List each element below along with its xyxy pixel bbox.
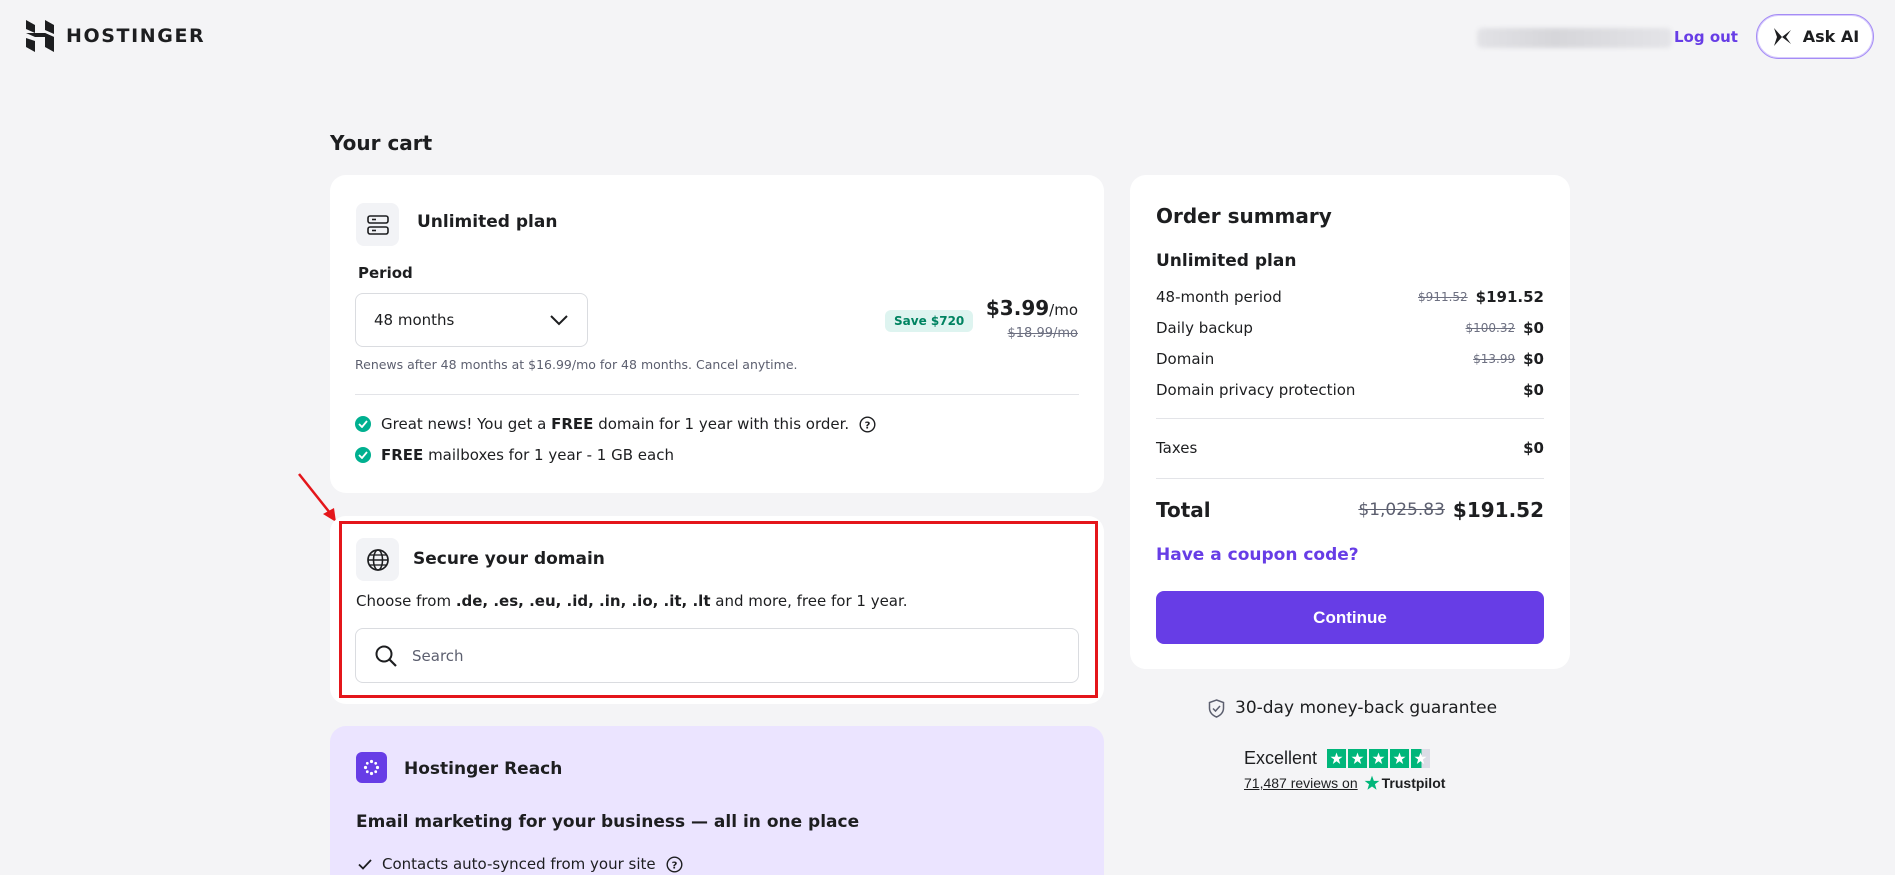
reach-feature-text: Contacts auto-synced from your site [382,855,656,873]
reach-card: Hostinger Reach Email marketing for your… [330,726,1104,875]
star-rating [1327,749,1431,768]
continue-button[interactable]: Continue [1156,591,1544,644]
order-summary-card: Order summary Unlimited plan 48-month pe… [1130,175,1570,669]
row-price: $0 [1523,319,1544,337]
price-unit: /mo [1049,301,1078,319]
row-old-price: $100.32 [1465,321,1516,335]
old-price: $18.99/mo [1007,326,1078,341]
row-label: Domain [1156,350,1215,368]
total-old-price: $1,025.83 [1358,500,1445,520]
summary-row: Daily backup $100.32 $0 [1156,319,1544,337]
renewal-note: Renews after 48 months at $16.99/mo for … [355,357,798,372]
money-back-guarantee: 30-day money-back guarantee [1208,698,1497,718]
feature-free-mailboxes: FREE mailboxes for 1 year - 1 GB each [355,446,674,464]
sparkle-icon [1773,27,1791,46]
summary-row: Domain $13.99 $0 [1156,350,1544,368]
hostinger-logo[interactable]: HOSTINGER [26,20,205,52]
ask-ai-button[interactable]: Ask AI [1756,14,1874,59]
hostinger-logo-icon [26,20,54,52]
plan-card: Unlimited plan Period 48 months Save $72… [330,175,1104,493]
guarantee-text: 30-day money-back guarantee [1235,698,1498,718]
row-price: $0 [1523,381,1544,399]
trustpilot-logo: Trustpilot [1364,775,1446,791]
feature-text: Great news! You get a FREE domain for 1 … [381,415,850,433]
domain-card: Secure your domain Choose from .de, .es,… [330,516,1104,704]
help-icon[interactable]: ? [859,415,876,433]
cart-title: Your cart [330,131,433,155]
plan-name: Unlimited plan [417,212,558,232]
top-bar: HOSTINGER Log out Ask AI [0,0,1895,75]
divider [355,394,1079,395]
help-icon[interactable]: ? [666,855,683,873]
trustpilot-widget[interactable]: Excellent 71,487 reviews on Trustpilot [1244,748,1458,791]
domain-search-box[interactable] [355,628,1079,683]
check-circle-icon [355,416,371,432]
divider [1156,478,1544,479]
star-icon [1369,749,1389,768]
row-old-price: $911.52 [1418,290,1468,304]
checkmark-icon [358,858,372,870]
star-icon [1348,749,1368,768]
shield-check-icon [1208,698,1225,718]
search-icon [375,645,397,667]
total-price: $191.52 [1452,498,1544,522]
star-icon [1390,749,1410,768]
reviews-link[interactable]: 71,487 reviews on [1244,775,1358,791]
price-amount: $3.99 [985,296,1050,320]
taxes-row: Taxes $0 [1156,439,1544,457]
row-label: Daily backup [1156,319,1253,337]
row-label: Domain privacy protection [1156,381,1356,399]
chevron-down-icon [550,315,568,326]
period-dropdown[interactable]: 48 months [355,293,588,347]
brand-name: HOSTINGER [66,25,206,47]
trustpilot-brand: Trustpilot [1381,775,1446,791]
server-icon [356,203,399,246]
order-summary-title: Order summary [1156,204,1332,228]
svg-text:?: ? [865,420,871,431]
feature-free-domain: Great news! You get a FREE domain for 1 … [355,415,876,433]
star-icon [1327,749,1347,768]
trustpilot-star-icon [1364,775,1380,790]
svg-text:?: ? [671,860,677,871]
coupon-link[interactable]: Have a coupon code? [1156,545,1359,565]
reach-feature: Contacts auto-synced from your site ? [358,855,683,873]
feature-text: FREE mailboxes for 1 year - 1 GB each [381,446,674,464]
check-circle-icon [355,447,371,463]
logout-link[interactable]: Log out [1674,28,1738,46]
summary-row: 48-month period $911.52 $191.52 [1156,288,1544,306]
trust-rating-word: Excellent [1244,748,1318,768]
reach-headline: Email marketing for your business — all … [356,812,860,832]
row-label: 48-month period [1156,288,1282,306]
domain-subtitle: Choose from .de, .es, .eu, .id, .in, .io… [356,592,908,610]
globe-icon [356,538,399,581]
divider [1156,418,1544,419]
total-row: Total $1,025.83 $191.52 [1156,498,1544,522]
row-old-price: $13.99 [1473,352,1516,366]
summary-plan-name: Unlimited plan [1156,251,1297,271]
taxes-value: $0 [1523,439,1544,457]
plan-price: $3.99/mo [986,296,1078,320]
account-email-redacted [1477,28,1672,48]
half-star-icon [1411,749,1431,768]
period-value: 48 months [374,311,455,329]
domain-title: Secure your domain [413,549,605,569]
domain-search-input[interactable] [412,646,1052,665]
reach-title: Hostinger Reach [404,759,563,779]
period-label: Period [358,264,413,282]
ask-ai-label: Ask AI [1802,27,1860,46]
annotation-arrow [298,473,336,522]
save-badge: Save $720 [885,310,974,332]
row-price: $0 [1523,350,1544,368]
total-label: Total [1156,498,1211,522]
summary-row: Domain privacy protection $0 [1156,381,1544,399]
taxes-label: Taxes [1156,439,1198,457]
reach-icon [356,752,387,783]
row-price: $191.52 [1475,288,1544,306]
